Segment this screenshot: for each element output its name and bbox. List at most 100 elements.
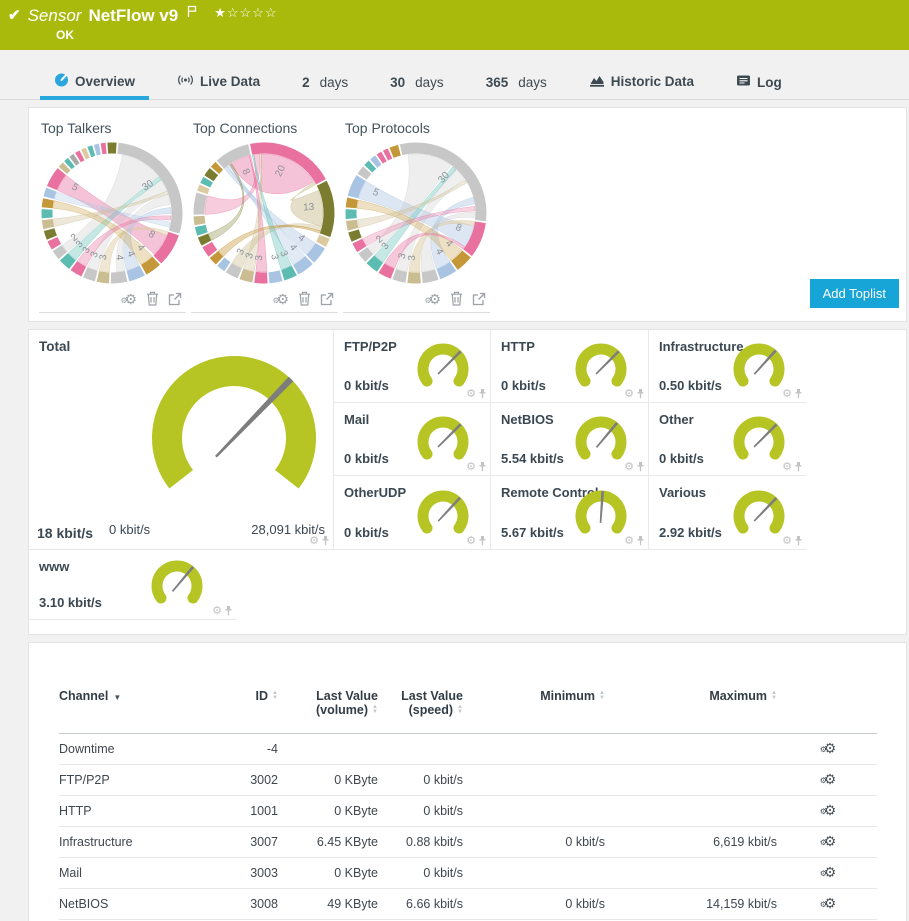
gauge-value: 5.67 kbit/s xyxy=(501,525,564,540)
external-link-icon[interactable] xyxy=(168,292,182,307)
gear-icon[interactable]: ⚙ xyxy=(782,536,792,547)
pin-icon[interactable] xyxy=(224,605,233,617)
live-icon xyxy=(177,73,194,90)
column-header-id[interactable]: ID▲▼ xyxy=(224,685,284,734)
edit-channel-gears-icon[interactable]: ⚙⚙ xyxy=(824,897,837,909)
pin-icon[interactable] xyxy=(478,535,487,547)
gauge-value: 3.10 kbit/s xyxy=(39,595,102,610)
gear-icon[interactable]: ⚙ xyxy=(624,462,634,473)
gauge-mini-icons: ⚙ xyxy=(782,388,803,400)
gear-icon[interactable]: ⚙ xyxy=(466,536,476,547)
trash-icon[interactable] xyxy=(450,291,463,307)
table-row[interactable]: HTTP 1001 0 KByte 0 kbit/s ⚙⚙ xyxy=(59,796,877,827)
small-gauge xyxy=(570,413,632,471)
tab-live-data[interactable]: Live Data xyxy=(163,67,274,99)
gear-icon[interactable]: ⚙ xyxy=(212,606,222,617)
cell-id: 3008 xyxy=(224,889,284,920)
gear-icon[interactable]: ⚙ xyxy=(309,536,319,547)
www-gauge-cell: www 3.10 kbit/s ⚙ xyxy=(29,550,236,620)
pin-icon[interactable] xyxy=(794,535,803,547)
cell-id: 3007 xyxy=(224,827,284,858)
gauge-cell-netbios: NetBIOS 5.54 kbit/s ⚙ xyxy=(491,403,649,476)
gauge-mini-icons: ⚙ xyxy=(782,461,803,473)
column-header-last-value-speed[interactable]: Last Value (speed)▲▼ xyxy=(384,685,469,734)
small-gauge xyxy=(728,340,790,398)
chord-diagram[interactable]: 308444333325 xyxy=(39,138,186,290)
column-header-maximum[interactable]: Maximum▲▼ xyxy=(611,685,783,734)
sensor-name: NetFlow v9 xyxy=(88,5,178,27)
status-check-icon: ✔ xyxy=(8,5,21,27)
edit-channel-gears-icon[interactable]: ⚙⚙ xyxy=(824,773,837,785)
toplist-title: Top Protocols xyxy=(343,118,490,138)
settings-gears-icon[interactable]: ⚙⚙ xyxy=(276,293,289,305)
small-gauge xyxy=(146,557,208,615)
gear-icon[interactable]: ⚙ xyxy=(782,462,792,473)
column-header-channel[interactable]: Channel▼ xyxy=(59,685,224,734)
table-row[interactable]: Infrastructure 3007 6.45 KByte 0.88 kbit… xyxy=(59,827,877,858)
edit-channel-gears-icon[interactable]: ⚙⚙ xyxy=(824,835,837,847)
settings-gears-icon[interactable]: ⚙⚙ xyxy=(124,293,137,305)
gauge-mini-icons: ⚙ xyxy=(466,535,487,547)
tab-2-days[interactable]: 2 days xyxy=(288,69,362,99)
gauge-mini-icons: ⚙ xyxy=(782,535,803,547)
gear-icon[interactable]: ⚙ xyxy=(624,389,634,400)
add-toplist-button[interactable]: Add Toplist xyxy=(810,279,899,308)
column-header-last-value-volume[interactable]: Last Value (volume)▲▼ xyxy=(284,685,384,734)
cell-actions: ⚙⚙ xyxy=(783,734,877,765)
column-header-actions xyxy=(783,685,877,734)
gauge-cell-mail: Mail 0 kbit/s ⚙ xyxy=(334,403,491,476)
tab-overview[interactable]: Overview xyxy=(40,66,149,99)
table-row[interactable]: Mail 3003 0 KByte 0 kbit/s ⚙⚙ xyxy=(59,858,877,889)
small-gauge xyxy=(728,413,790,471)
tab-log[interactable]: Log xyxy=(722,68,796,99)
total-scale-min: 0 kbit/s xyxy=(109,522,150,537)
gauge-mini-icons: ⚙ xyxy=(624,535,645,547)
gear-icon[interactable]: ⚙ xyxy=(466,389,476,400)
status-badge: OK xyxy=(8,28,899,42)
pin-icon[interactable] xyxy=(636,535,645,547)
priority-stars[interactable]: ★☆☆☆☆ xyxy=(214,2,277,24)
chord-diagram[interactable]: 820134433333 xyxy=(191,138,338,290)
pin-icon[interactable] xyxy=(478,388,487,400)
trash-icon[interactable] xyxy=(298,291,311,307)
toplist-icons: ⚙⚙ xyxy=(191,290,338,310)
cell-last-value-speed: 0.88 kbit/s xyxy=(384,827,469,858)
flag-icon[interactable] xyxy=(187,2,197,24)
gauge-mini-icons: ⚙ xyxy=(212,605,233,617)
pin-icon[interactable] xyxy=(794,388,803,400)
toplist-title: Top Connections xyxy=(191,118,338,138)
pin-icon[interactable] xyxy=(478,461,487,473)
cell-maximum: 14,159 kbit/s xyxy=(611,889,783,920)
pin-icon[interactable] xyxy=(794,461,803,473)
gear-icon[interactable]: ⚙ xyxy=(782,389,792,400)
gauge-cell-www: www 3.10 kbit/s ⚙ xyxy=(29,550,236,619)
cell-channel: Downtime xyxy=(59,734,224,765)
gauge-value: 0 kbit/s xyxy=(344,378,389,393)
gauge-cell-ftp-p2p: FTP/P2P 0 kbit/s ⚙ xyxy=(334,330,491,403)
sort-icon: ▲▼ xyxy=(372,705,378,715)
gear-icon[interactable]: ⚙ xyxy=(466,462,476,473)
chord-diagram[interactable]: 3084433325 xyxy=(343,138,490,290)
tab-historic-data[interactable]: Historic Data xyxy=(575,67,708,99)
pin-icon[interactable] xyxy=(636,461,645,473)
edit-channel-gears-icon[interactable]: ⚙⚙ xyxy=(824,804,837,816)
edit-channel-gears-icon[interactable]: ⚙⚙ xyxy=(824,742,837,754)
tab-365-days[interactable]: 365 days xyxy=(472,69,561,99)
column-header-minimum[interactable]: Minimum▲▼ xyxy=(469,685,611,734)
pin-icon[interactable] xyxy=(636,388,645,400)
settings-gears-icon[interactable]: ⚙⚙ xyxy=(428,293,441,305)
trash-icon[interactable] xyxy=(146,291,159,307)
pin-icon[interactable] xyxy=(321,535,330,547)
gauge-value: 0 kbit/s xyxy=(344,525,389,540)
table-row[interactable]: Downtime -4 ⚙⚙ xyxy=(59,734,877,765)
external-link-icon[interactable] xyxy=(320,292,334,307)
tab-30-days[interactable]: 30 days xyxy=(376,69,458,99)
table-row[interactable]: FTP/P2P 3002 0 KByte 0 kbit/s ⚙⚙ xyxy=(59,765,877,796)
cell-last-value-volume: 6.45 KByte xyxy=(284,827,384,858)
external-link-icon[interactable] xyxy=(472,292,486,307)
gear-icon[interactable]: ⚙ xyxy=(624,536,634,547)
edit-channel-gears-icon[interactable]: ⚙⚙ xyxy=(824,866,837,878)
toplist-block-top-connections: Top Connections 820134433333 ⚙⚙ xyxy=(191,118,338,313)
table-row[interactable]: NetBIOS 3008 49 KByte 6.66 kbit/s 0 kbit… xyxy=(59,889,877,920)
cell-minimum xyxy=(469,858,611,889)
